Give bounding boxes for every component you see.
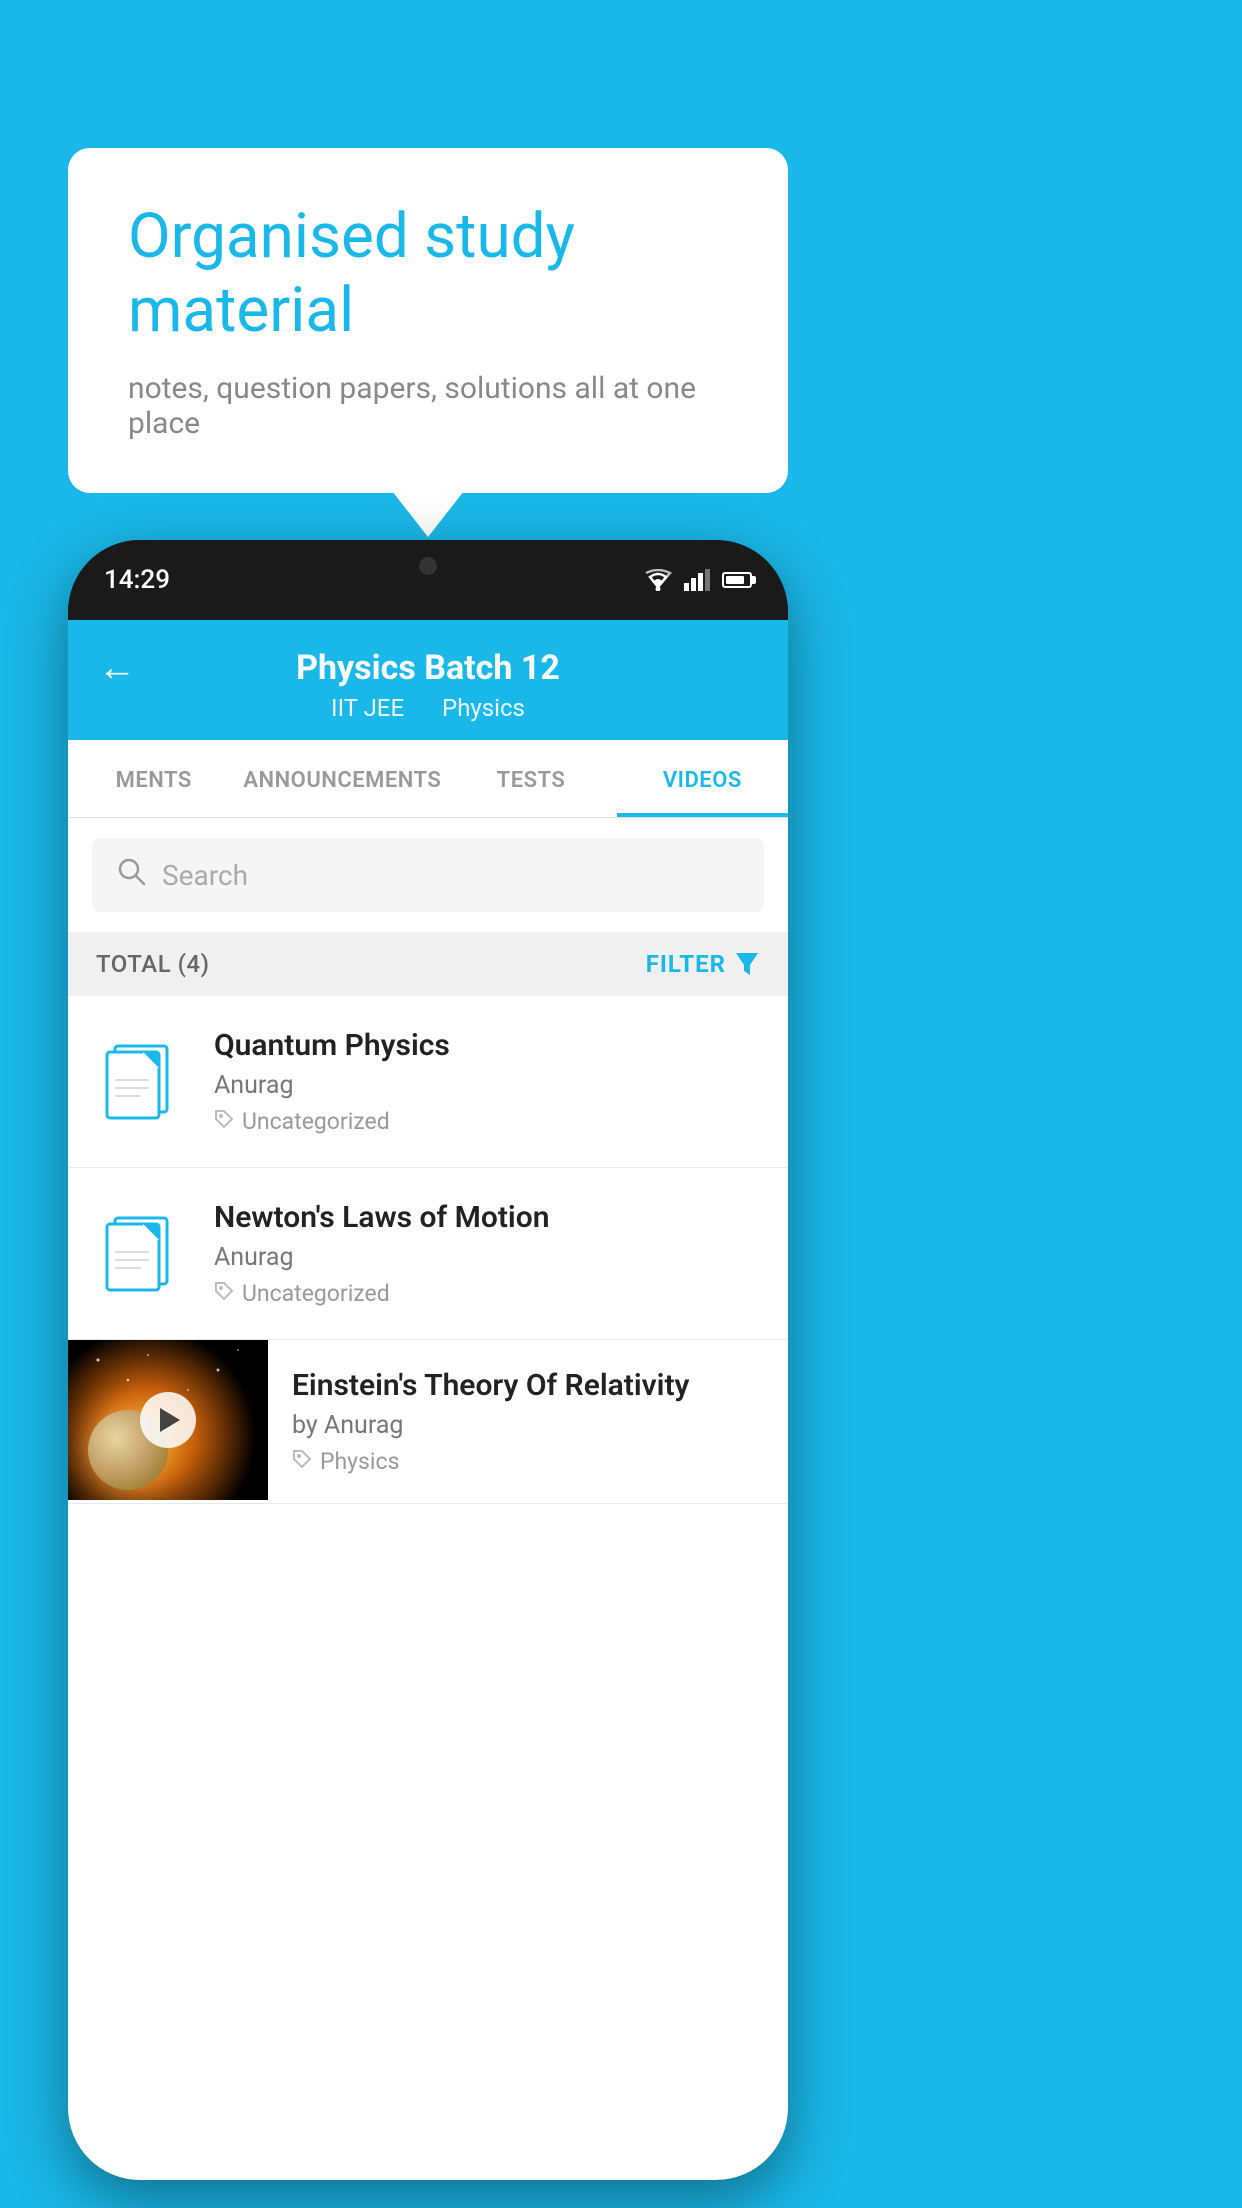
subtitle-physics: Physics: [442, 694, 525, 722]
video-info-2: Newton's Laws of Motion Anurag Uncategor…: [214, 1200, 760, 1307]
video-tag-3: Physics: [292, 1448, 760, 1475]
status-time: 14:29: [104, 565, 170, 595]
speech-bubble: Organised study material notes, question…: [68, 148, 788, 493]
tab-videos[interactable]: VIDEOS: [617, 740, 788, 817]
tab-tests[interactable]: TESTS: [445, 740, 616, 817]
search-bar-container: Search: [68, 818, 788, 932]
search-input[interactable]: Search: [162, 859, 248, 892]
status-bar: 14:29: [68, 540, 788, 620]
bubble-subtitle: notes, question papers, solutions all at…: [128, 371, 728, 441]
battery-icon: [722, 572, 752, 588]
list-item[interactable]: Newton's Laws of Motion Anurag Uncategor…: [68, 1168, 788, 1340]
phone-screen: ← Physics Batch 12 IIT JEE Physics MENTS…: [68, 620, 788, 2180]
app-bar-top: ← Physics Batch 12: [98, 648, 758, 688]
tag-icon-3: [292, 1448, 312, 1475]
app-bar-subtitle: IIT JEE Physics: [98, 694, 758, 722]
tab-ments[interactable]: MENTS: [68, 740, 239, 817]
filter-bar: TOTAL (4) FILTER: [68, 932, 788, 996]
total-count: TOTAL (4): [96, 950, 209, 978]
video-info-3: Einstein's Theory Of Relativity by Anura…: [268, 1340, 788, 1503]
video-author-3: by Anurag: [292, 1411, 760, 1440]
video-list: Quantum Physics Anurag Uncategorized: [68, 996, 788, 1504]
tag-text-1: Uncategorized: [242, 1108, 390, 1135]
play-button-3[interactable]: [140, 1392, 196, 1448]
bubble-title: Organised study material: [128, 200, 728, 349]
list-item[interactable]: Quantum Physics Anurag Uncategorized: [68, 996, 788, 1168]
video-tag-2: Uncategorized: [214, 1280, 760, 1307]
tabs-bar: MENTS ANNOUNCEMENTS TESTS VIDEOS: [68, 740, 788, 818]
search-icon: [116, 856, 146, 894]
signal-icon: [684, 569, 710, 591]
phone-frame: 14:29: [68, 540, 788, 2180]
wifi-icon: [644, 569, 672, 591]
tab-announcements[interactable]: ANNOUNCEMENTS: [239, 740, 445, 817]
notch: [358, 540, 498, 592]
video-author-1: Anurag: [214, 1071, 760, 1100]
search-bar[interactable]: Search: [92, 838, 764, 912]
video-author-2: Anurag: [214, 1243, 760, 1272]
video-title-3: Einstein's Theory Of Relativity: [292, 1368, 760, 1403]
camera-dot: [419, 557, 437, 575]
tag-icon-1: [214, 1108, 234, 1135]
tag-text-2: Uncategorized: [242, 1280, 390, 1307]
speech-bubble-container: Organised study material notes, question…: [68, 148, 788, 493]
tag-icon-2: [214, 1280, 234, 1307]
video-doc-icon-2: [96, 1209, 186, 1299]
status-icons: [644, 569, 752, 591]
subtitle-iitjee: IIT JEE: [331, 694, 404, 722]
video-doc-icon-1: [96, 1037, 186, 1127]
filter-funnel-icon: [734, 951, 760, 977]
video-tag-1: Uncategorized: [214, 1108, 760, 1135]
filter-button[interactable]: FILTER: [646, 950, 760, 978]
tag-text-3: Physics: [320, 1448, 399, 1475]
video-info-1: Quantum Physics Anurag Uncategorized: [214, 1028, 760, 1135]
list-item[interactable]: Einstein's Theory Of Relativity by Anura…: [68, 1340, 788, 1504]
video-title-2: Newton's Laws of Motion: [214, 1200, 760, 1235]
video-thumbnail-3: [68, 1340, 268, 1500]
video-title-1: Quantum Physics: [214, 1028, 760, 1063]
back-button[interactable]: ←: [98, 646, 136, 690]
app-bar: ← Physics Batch 12 IIT JEE Physics: [68, 620, 788, 740]
filter-label: FILTER: [646, 950, 726, 978]
app-bar-title: Physics Batch 12: [296, 648, 560, 688]
